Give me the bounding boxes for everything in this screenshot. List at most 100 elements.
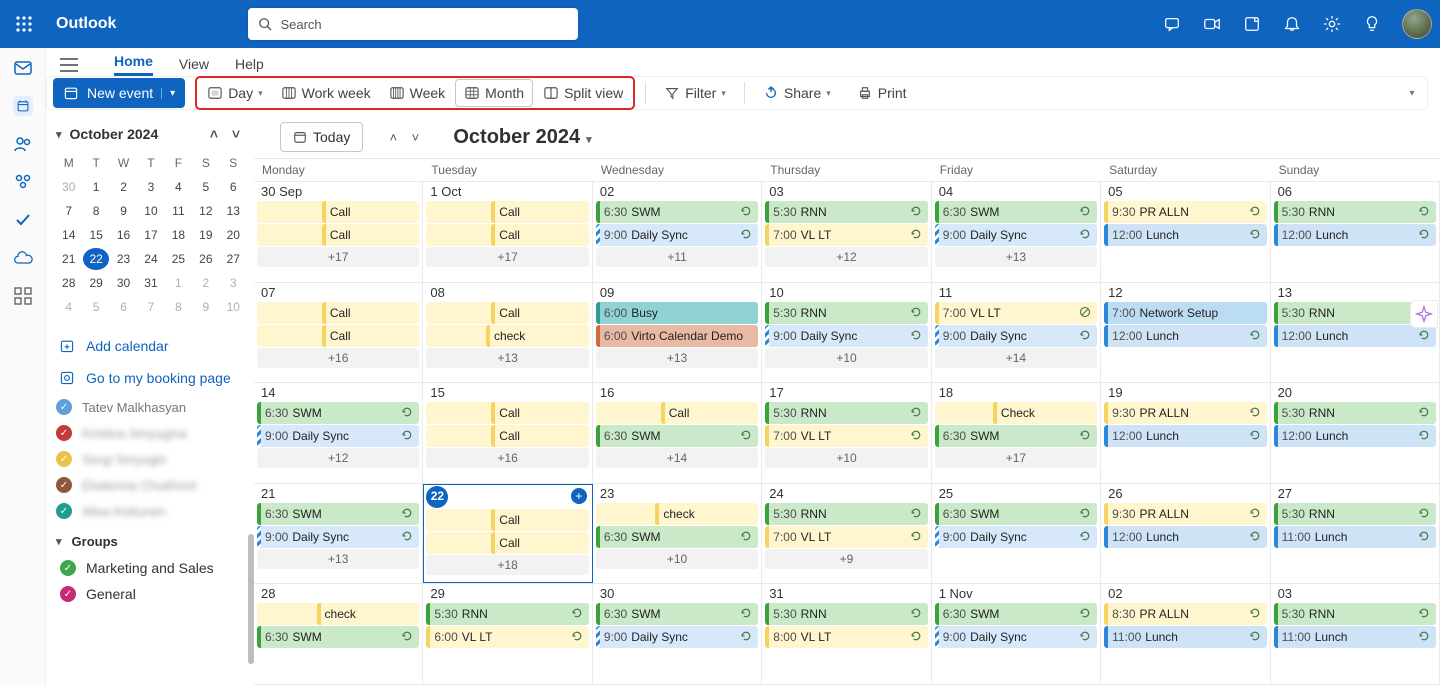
day-cell[interactable]: 096:00Busy6:00Virto Calendar Demo+13 xyxy=(593,283,762,383)
calendar-event[interactable]: 5:30RNN xyxy=(1274,503,1436,525)
mini-day[interactable]: 6 xyxy=(111,296,136,318)
calendar-event[interactable]: 9:00Daily Sync xyxy=(596,224,758,246)
calendar-event[interactable]: 6:30SWM xyxy=(935,201,1097,223)
calendar-event[interactable]: Call xyxy=(257,302,419,324)
calendar-event[interactable]: 6:00Virto Calendar Demo xyxy=(596,325,758,347)
more-events-button[interactable]: +17 xyxy=(426,247,588,267)
calendar-event[interactable]: 9:30PR ALLN xyxy=(1104,503,1266,525)
mini-day[interactable]: 10 xyxy=(138,200,163,222)
day-cell[interactable]: 22+CallCall+18 xyxy=(423,484,592,584)
calendar-event[interactable]: 9:00Daily Sync xyxy=(935,325,1097,347)
day-cell[interactable]: 105:30RNN9:00Daily Sync+10 xyxy=(762,283,931,383)
calendar-owner-item[interactable]: Alisa Kettunen xyxy=(54,498,248,524)
mini-day[interactable]: 4 xyxy=(166,176,191,198)
mini-day[interactable]: 8 xyxy=(83,200,108,222)
share-button[interactable]: Share ▾ xyxy=(755,79,839,107)
day-cell[interactable]: 127:00Network Setup12:00Lunch xyxy=(1101,283,1270,383)
mini-day[interactable]: 5 xyxy=(193,176,218,198)
calendar-event[interactable]: Call xyxy=(596,402,758,424)
calendar-event[interactable]: 7:00VL LT xyxy=(765,526,927,548)
day-cell[interactable]: 135:30RNN12:00Lunch xyxy=(1271,283,1440,383)
workweek-view-button[interactable]: Work week xyxy=(273,79,379,107)
calendar-event[interactable]: 9:00Daily Sync xyxy=(935,526,1097,548)
more-apps-icon[interactable] xyxy=(13,286,33,306)
more-events-button[interactable]: +10 xyxy=(596,549,758,569)
more-events-button[interactable]: +12 xyxy=(257,448,419,468)
calendar-owner-item[interactable]: Sergi Smyugin xyxy=(54,446,248,472)
filter-button[interactable]: Filter ▾ xyxy=(656,79,734,107)
mini-day[interactable]: 19 xyxy=(193,224,218,246)
calendar-event[interactable]: 6:30SWM xyxy=(935,603,1097,625)
meet-now-icon[interactable] xyxy=(1202,14,1222,34)
day-view-button[interactable]: Day ▾ xyxy=(199,79,270,107)
day-cell[interactable]: 1 Nov6:30SWM9:00Daily Sync xyxy=(932,584,1101,684)
group-item[interactable]: General xyxy=(54,581,248,607)
day-cell[interactable]: 205:30RNN12:00Lunch xyxy=(1271,383,1440,483)
day-cell[interactable]: 059:30PR ALLN12:00Lunch xyxy=(1101,182,1270,282)
calendar-event[interactable]: 12:00Lunch xyxy=(1104,425,1266,447)
more-events-button[interactable]: +16 xyxy=(257,348,419,368)
calendar-event[interactable]: 9:00Daily Sync xyxy=(935,224,1097,246)
calendar-event[interactable]: 9:00Daily Sync xyxy=(596,626,758,648)
day-cell[interactable]: 269:30PR ALLN12:00Lunch xyxy=(1101,484,1270,584)
calendar-event[interactable]: 7:00Network Setup xyxy=(1104,302,1266,324)
copilot-icon[interactable] xyxy=(1410,300,1438,328)
mail-icon[interactable] xyxy=(13,58,33,78)
more-events-button[interactable]: +17 xyxy=(935,448,1097,468)
teams-chat-icon[interactable] xyxy=(1162,14,1182,34)
calendar-event[interactable]: 6:30SWM xyxy=(596,526,758,548)
mini-day[interactable]: 25 xyxy=(166,248,191,270)
calendar-event[interactable]: 6:30SWM xyxy=(257,626,419,648)
day-cell[interactable]: 315:30RNN8:00VL LT xyxy=(762,584,931,684)
more-events-button[interactable]: +14 xyxy=(935,348,1097,368)
groups-icon[interactable] xyxy=(13,172,33,192)
more-events-button[interactable]: +9 xyxy=(765,549,927,569)
mini-day[interactable]: 4 xyxy=(56,296,81,318)
mini-day[interactable]: 26 xyxy=(193,248,218,270)
month-title[interactable]: October 2024▾ xyxy=(453,126,591,149)
calendar-event[interactable]: Call xyxy=(426,302,588,324)
calendar-event[interactable]: 7:00VL LT xyxy=(765,425,927,447)
calendar-event[interactable]: 12:00Lunch xyxy=(1104,526,1266,548)
account-avatar[interactable] xyxy=(1402,9,1432,39)
mini-day[interactable]: 21 xyxy=(56,248,81,270)
print-button[interactable]: Print xyxy=(849,79,915,107)
calendar-event[interactable]: 8:00VL LT xyxy=(765,626,927,648)
day-cell[interactable]: 026:30SWM9:00Daily Sync+11 xyxy=(593,182,762,282)
new-event-button[interactable]: New event ▾ xyxy=(53,78,185,108)
calendar-event[interactable]: 6:30SWM xyxy=(257,503,419,525)
mini-day[interactable]: 9 xyxy=(193,296,218,318)
day-cell[interactable]: 146:30SWM9:00Daily Sync+12 xyxy=(254,383,423,483)
calendar-event[interactable]: 5:30RNN xyxy=(1274,201,1436,223)
mini-next-month[interactable]: ˅ xyxy=(226,124,246,144)
mini-day[interactable]: 18 xyxy=(166,224,191,246)
tab-home[interactable]: Home xyxy=(114,53,153,76)
day-cell[interactable]: 046:30SWM9:00Daily Sync+13 xyxy=(932,182,1101,282)
more-events-button[interactable]: +18 xyxy=(426,555,588,575)
prev-period[interactable]: ˄ xyxy=(383,127,403,147)
mini-day[interactable]: 5 xyxy=(83,296,108,318)
splitview-button[interactable]: Split view xyxy=(535,79,631,107)
calendar-event[interactable]: 9:00Daily Sync xyxy=(257,526,419,548)
calendar-event[interactable]: Call xyxy=(426,509,588,531)
day-cell[interactable]: 306:30SWM9:00Daily Sync xyxy=(593,584,762,684)
day-notes-icon[interactable] xyxy=(1242,14,1262,34)
day-cell[interactable]: 175:30RNN7:00VL LT+10 xyxy=(762,383,931,483)
calendar-event[interactable]: 9:30PR ALLN xyxy=(1104,402,1266,424)
day-cell[interactable]: 216:30SWM9:00Daily Sync+13 xyxy=(254,484,423,584)
mini-day[interactable]: 8 xyxy=(166,296,191,318)
calendar-event[interactable]: 6:30SWM xyxy=(596,201,758,223)
more-events-button[interactable]: +11 xyxy=(596,247,758,267)
mini-day[interactable]: 11 xyxy=(166,200,191,222)
calendar-event[interactable]: 11:00Lunch xyxy=(1104,626,1266,648)
mini-day[interactable]: 2 xyxy=(193,272,218,294)
tab-help[interactable]: Help xyxy=(235,56,264,76)
add-calendar-link[interactable]: Add calendar xyxy=(54,330,248,362)
mini-day[interactable]: 1 xyxy=(83,176,108,198)
calendar-event[interactable]: 6:30SWM xyxy=(935,425,1097,447)
calendar-event[interactable]: 5:30RNN xyxy=(1274,603,1436,625)
mini-day[interactable]: 3 xyxy=(138,176,163,198)
calendar-event[interactable]: 5:30RNN xyxy=(765,503,927,525)
day-cell[interactable]: 08Callcheck+13 xyxy=(423,283,592,383)
calendar-owner-item[interactable]: Ekaterina Chukhont xyxy=(54,472,248,498)
